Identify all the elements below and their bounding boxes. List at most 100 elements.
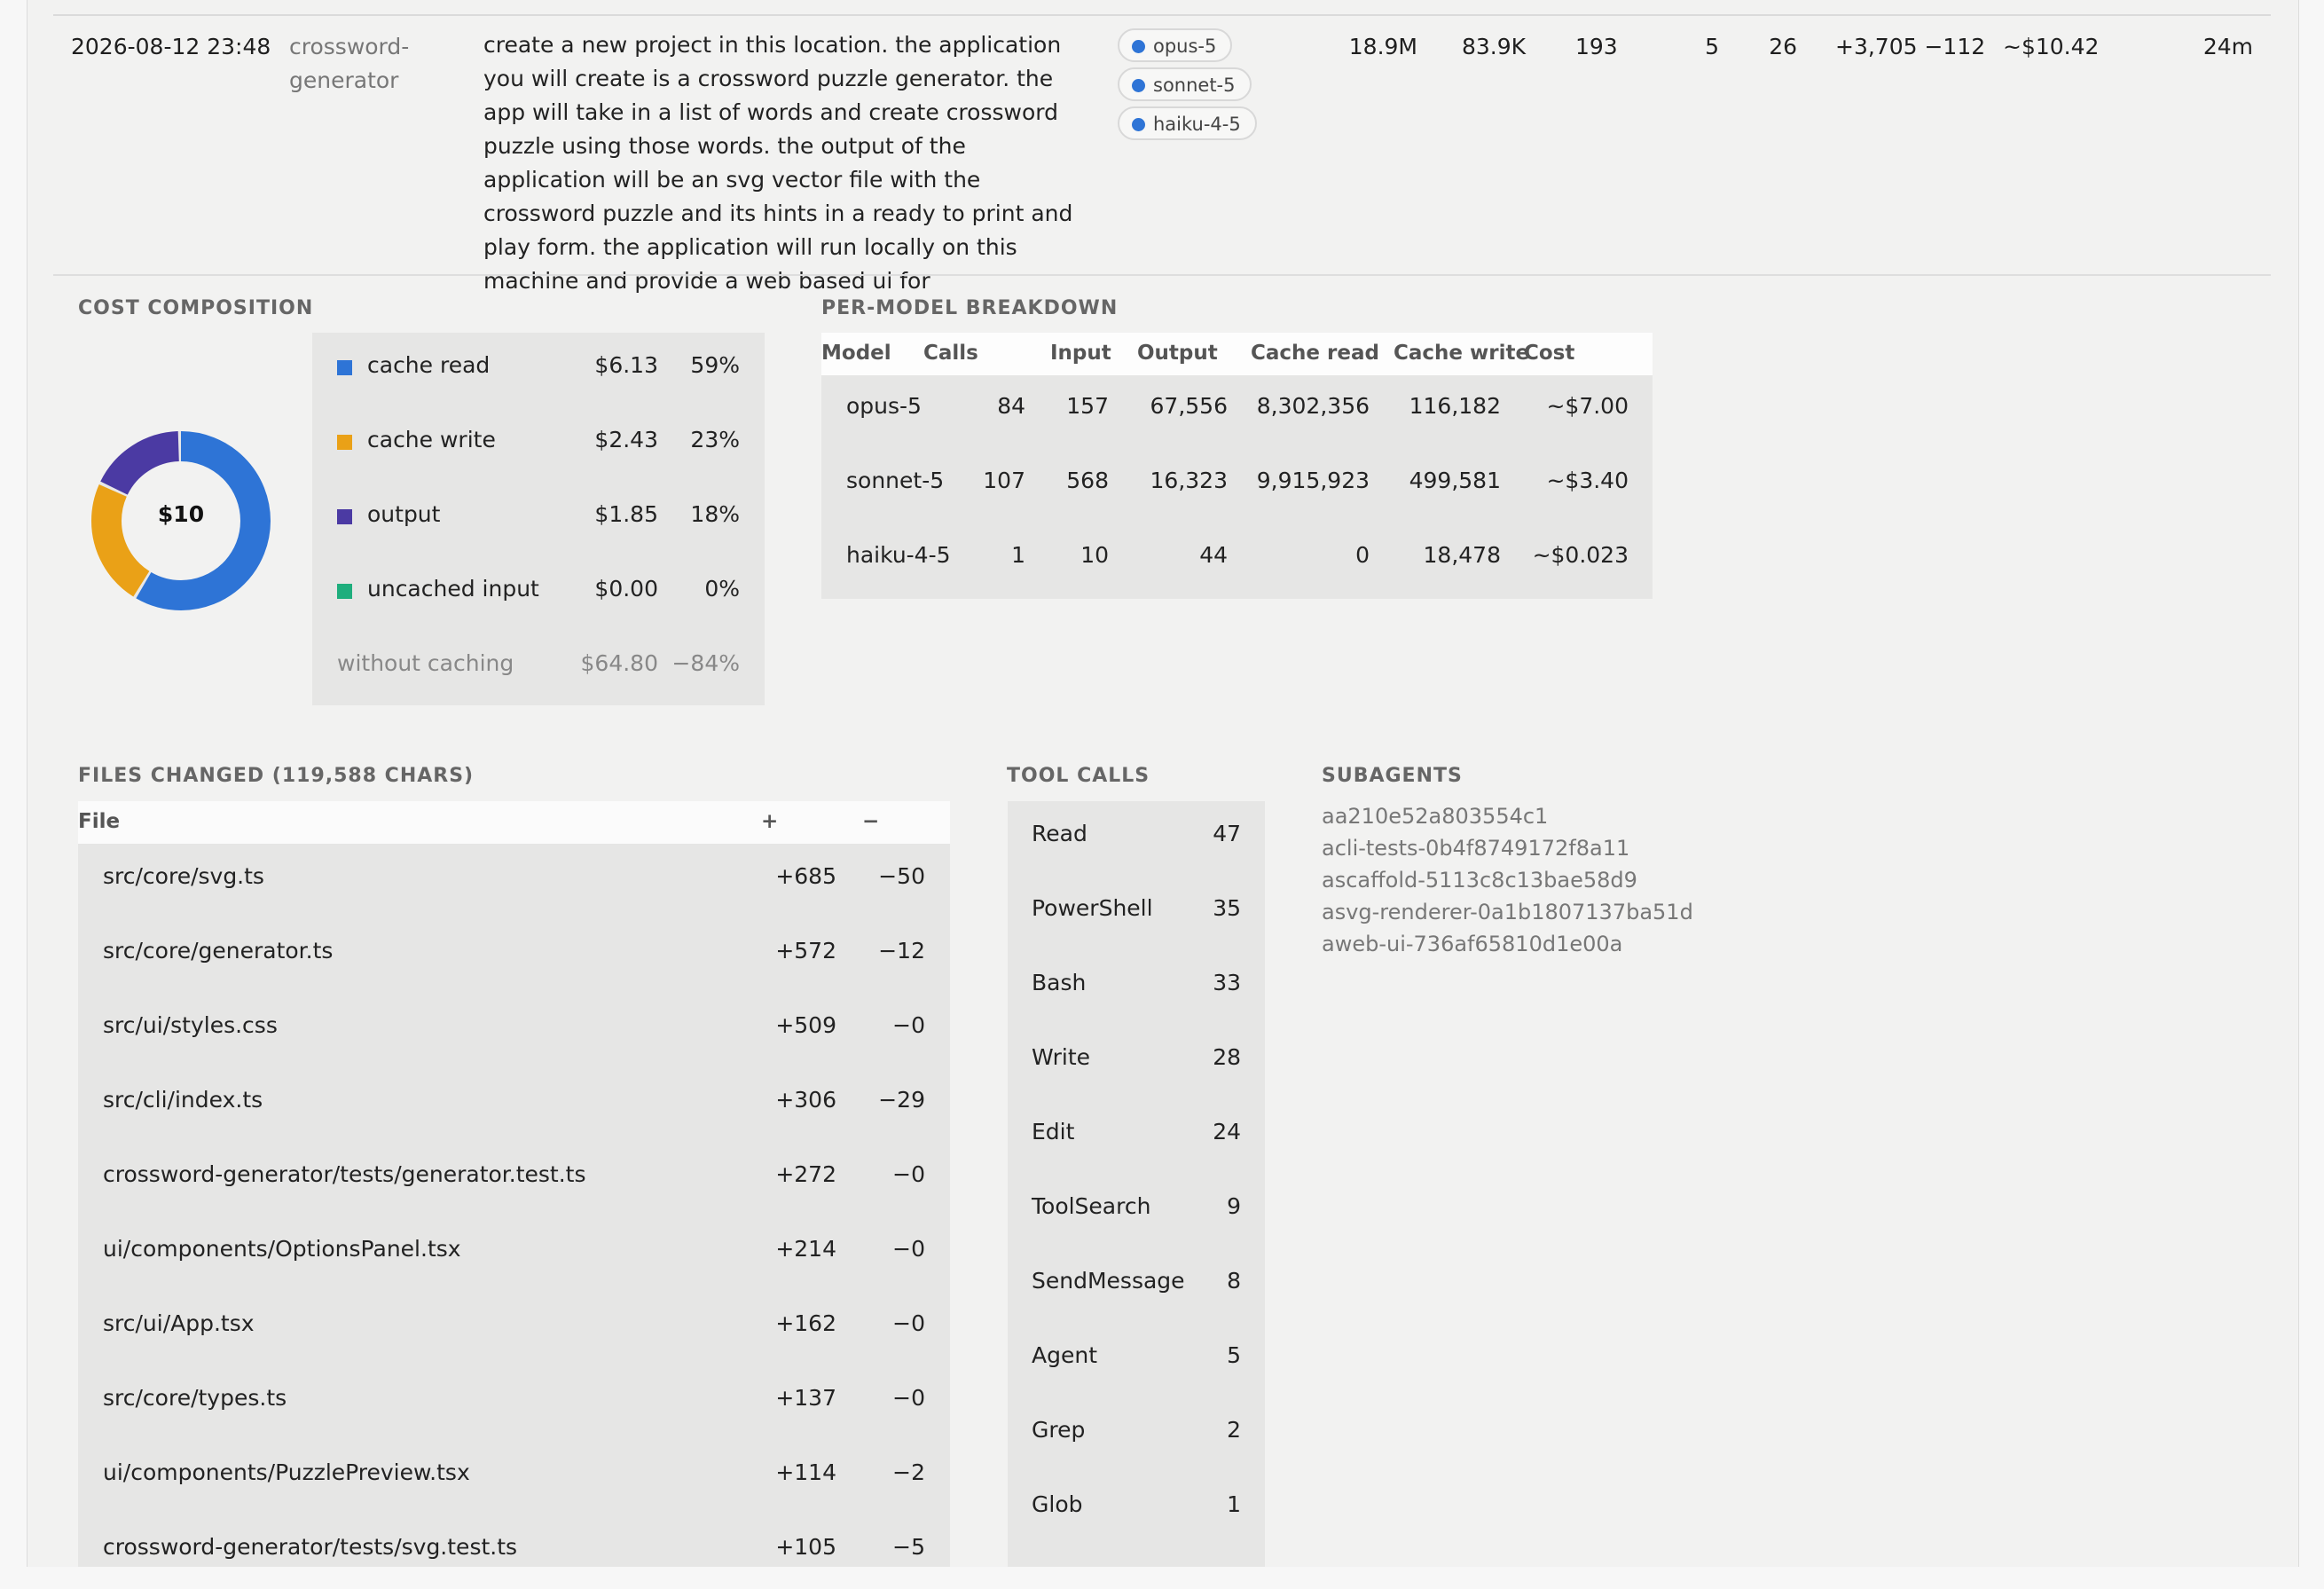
session-col-a: 5 <box>1705 34 1719 59</box>
file-removed: −0 <box>892 1161 925 1187</box>
file-row[interactable]: crossword-generator/tests/svg.test.ts +1… <box>78 1514 950 1589</box>
file-removed: −5 <box>892 1534 925 1560</box>
legend-swatch <box>337 360 352 375</box>
cell-calls: 84 <box>997 393 1025 419</box>
col-header-calls: Calls <box>923 342 978 365</box>
cell-calls: 107 <box>983 468 1025 493</box>
file-row[interactable]: src/core/generator.ts +572 −12 <box>78 918 950 993</box>
tool-count: 8 <box>1227 1268 1241 1294</box>
list-item: Edit 24 <box>1008 1099 1265 1174</box>
col-header-added: + <box>761 810 779 833</box>
files-table: src/core/svg.ts +685 −50 src/core/genera… <box>78 844 950 1567</box>
cell-cost: ~$3.40 <box>1546 468 1629 493</box>
session-calls: 193 <box>1575 34 1618 59</box>
model-chip-label: sonnet-5 <box>1153 75 1236 96</box>
legend-row-output: output $1.85 18% <box>312 482 765 556</box>
col-header-input: Input <box>1050 342 1111 365</box>
legend-name: cache write <box>367 427 496 452</box>
subagent-link[interactable]: asvg-renderer-0a1b1807137ba51d <box>1322 900 1693 924</box>
tool-name: Bash <box>1032 970 1087 995</box>
tool-name: ToolSearch <box>1032 1193 1151 1219</box>
file-added: +306 <box>775 1087 836 1113</box>
files-changed-title: FILES CHANGED (119,588 CHARS) <box>78 765 475 787</box>
list-item: Read 47 <box>1008 801 1265 876</box>
tool-count: 9 <box>1227 1193 1241 1219</box>
session-cost: ~$10.42 <box>2003 34 2100 59</box>
legend-name: output <box>367 501 441 527</box>
model-chip-sonnet[interactable]: sonnet-5 <box>1118 67 1252 101</box>
legend-name: uncached input <box>367 576 539 602</box>
files-header: File + − <box>78 801 950 844</box>
project-name-line2: generator <box>289 67 399 93</box>
cell-model: haiku-4-5 <box>846 542 951 568</box>
subagent-link[interactable]: aweb-ui-736af65810d1e00a <box>1322 932 1622 956</box>
tool-count: 24 <box>1213 1119 1241 1145</box>
cell-input: 10 <box>1080 542 1109 568</box>
cell-cache-write: 116,182 <box>1409 393 1501 419</box>
cell-cost: ~$7.00 <box>1546 393 1629 419</box>
file-path: src/core/svg.ts <box>103 863 264 889</box>
legend-value: $6.13 <box>594 352 658 378</box>
legend-name: cache read <box>367 352 491 378</box>
cell-model: opus-5 <box>846 393 922 419</box>
tool-name: SendMessage <box>1032 1268 1185 1294</box>
col-header-cache-read: Cache read <box>1251 342 1379 365</box>
file-row[interactable]: ui/components/OptionsPanel.tsx +214 −0 <box>78 1216 950 1291</box>
file-row[interactable]: src/cli/index.ts +306 −29 <box>78 1067 950 1142</box>
legend-percent: 59% <box>690 352 740 378</box>
legend-percent: 18% <box>690 501 740 527</box>
file-row[interactable]: src/core/types.ts +137 −0 <box>78 1365 950 1440</box>
col-header-file: File <box>78 810 121 833</box>
file-path: crossword-generator/tests/generator.test… <box>103 1161 586 1187</box>
file-added: +572 <box>775 938 836 964</box>
file-row[interactable]: src/ui/App.tsx +162 −0 <box>78 1291 950 1365</box>
cost-composition-title: COST COMPOSITION <box>78 297 314 319</box>
session-tokens: 18.9M <box>1348 34 1417 59</box>
tool-name: Edit <box>1032 1119 1075 1145</box>
tool-count: 28 <box>1213 1044 1241 1070</box>
tool-name: Glob <box>1032 1491 1083 1517</box>
subagent-link[interactable]: acli-tests-0b4f8749172f8a11 <box>1322 836 1629 861</box>
tool-name: Write <box>1032 1044 1091 1070</box>
session-lines-changed: +3,705 −112 <box>1835 34 1986 59</box>
file-removed: −0 <box>892 1236 925 1262</box>
session-duration: 24m <box>2202 34 2253 59</box>
file-row[interactable]: src/core/svg.ts +685 −50 <box>78 844 950 918</box>
tool-count: 47 <box>1213 821 1241 846</box>
per-model-header: Model Calls Input Output Cache read Cach… <box>821 333 1653 375</box>
cell-cache-write: 499,581 <box>1409 468 1501 493</box>
col-header-cache-write: Cache write <box>1394 342 1530 365</box>
file-added: +162 <box>775 1310 836 1336</box>
file-row[interactable]: crossword-generator/tests/generator.test… <box>78 1142 950 1216</box>
subagent-link[interactable]: aa210e52a803554c1 <box>1322 804 1548 829</box>
file-removed: −0 <box>892 1310 925 1336</box>
file-removed: −12 <box>878 938 925 964</box>
file-added: +137 <box>775 1385 836 1411</box>
model-chip-label: opus-5 <box>1153 35 1217 57</box>
session-prompt: create a new project in this location. t… <box>483 32 1073 294</box>
list-item: Glob 1 <box>1008 1472 1265 1546</box>
cell-cache-read: 9,915,923 <box>1256 468 1370 493</box>
file-removed: −50 <box>878 863 925 889</box>
file-added: +272 <box>775 1161 836 1187</box>
cost-legend: cache read $6.13 59% cache write $2.43 2… <box>312 333 765 705</box>
tool-calls-title: TOOL CALLS <box>1007 765 1150 787</box>
cell-cache-read: 0 <box>1355 542 1370 568</box>
subagent-link[interactable]: ascaffold-5113c8c13bae58d9 <box>1322 868 1637 893</box>
file-path: src/cli/index.ts <box>103 1087 263 1113</box>
file-row[interactable]: src/ui/styles.css +509 −0 <box>78 993 950 1067</box>
legend-row-uncached-input: uncached input $0.00 0% <box>312 556 765 631</box>
model-chip-opus[interactable]: opus-5 <box>1118 28 1233 62</box>
tool-count: 2 <box>1227 1417 1241 1443</box>
tool-name: Read <box>1032 821 1087 846</box>
model-chip-haiku[interactable]: haiku-4-5 <box>1118 106 1257 140</box>
legend-percent: 0% <box>704 576 740 602</box>
legend-percent: −84% <box>671 650 740 676</box>
list-item: Write 28 <box>1008 1025 1265 1099</box>
file-path: crossword-generator/tests/svg.test.ts <box>103 1534 518 1560</box>
file-row[interactable]: ui/components/PuzzlePreview.tsx +114 −2 <box>78 1440 950 1514</box>
cell-output: 67,556 <box>1150 393 1228 419</box>
tool-count: 1 <box>1227 1491 1241 1517</box>
file-added: +214 <box>775 1236 836 1262</box>
file-path: src/core/generator.ts <box>103 938 334 964</box>
